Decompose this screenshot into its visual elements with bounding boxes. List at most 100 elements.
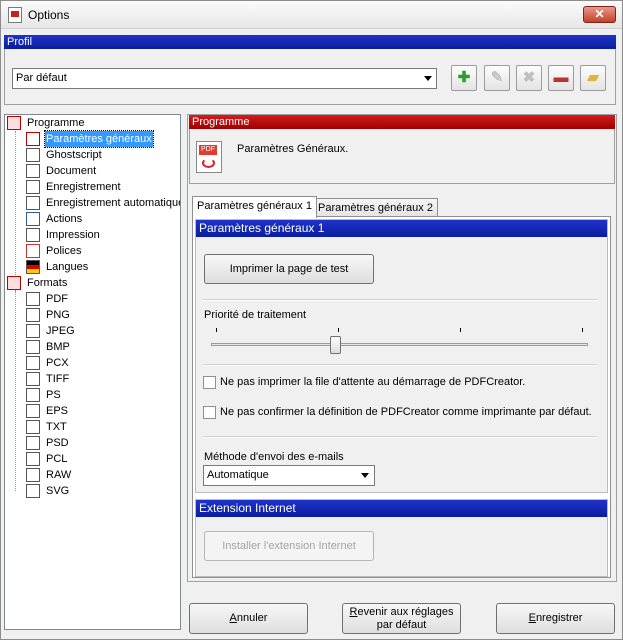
tree-item-label: Impression xyxy=(46,229,100,241)
close-button[interactable]: ✕ xyxy=(583,6,616,23)
tree-item-label: PSD xyxy=(46,437,69,449)
reset-line-1: Revenir aux réglages xyxy=(343,606,460,619)
delete-profile-button[interactable]: ✖ xyxy=(516,65,542,91)
psd-file-icon xyxy=(26,436,40,450)
reset-line-2: par défaut xyxy=(376,619,427,631)
tree-item-label: TXT xyxy=(46,421,67,433)
jpeg-file-icon xyxy=(26,324,40,338)
window-title: Options xyxy=(28,8,70,22)
ps-file-icon xyxy=(26,388,40,402)
pdf-tag: PDF xyxy=(199,145,217,155)
tree-item-label: PCX xyxy=(46,357,69,369)
programme-header: Programme xyxy=(189,115,615,129)
no-print-queue-checkbox[interactable] xyxy=(203,376,216,389)
tree-node-label: Formats xyxy=(27,277,68,289)
separator xyxy=(203,299,597,301)
tree-item-label: EPS xyxy=(46,405,69,417)
save-profile-icon: ▬ xyxy=(553,69,569,86)
install-internet-extension-button[interactable]: Installer l'extension Internet xyxy=(204,531,374,561)
save-button[interactable]: Enregistrer xyxy=(496,603,615,634)
priority-label: Priorité de traitement xyxy=(204,309,307,321)
rename-profile-button[interactable]: ✎ xyxy=(484,65,510,91)
tree-item-label: RAW xyxy=(46,469,72,481)
tree-item-label: PDF xyxy=(46,293,68,305)
priority-slider-track[interactable] xyxy=(211,343,588,346)
actions-icon xyxy=(26,212,40,226)
tab-parametres-generaux-2[interactable]: Paramètres généraux 2 xyxy=(313,198,438,218)
rename-profile-icon: ✎ xyxy=(490,69,504,86)
tree-item-label: Enregistrement automatique xyxy=(46,197,181,209)
programme-icon xyxy=(7,116,21,130)
save-label: nregistrer xyxy=(535,612,583,624)
settings-page-icon xyxy=(26,132,40,146)
tree-item-label: PCL xyxy=(46,453,68,465)
options-tree[interactable]: Programme Paramètres généraux Ghostscrip… xyxy=(4,114,181,630)
options-window: Options ✕ Profil Par défaut ✚ ✎ ✖ ▬ ▰ Pr… xyxy=(0,0,623,640)
no-default-printer-checkbox[interactable] xyxy=(203,406,216,419)
save-profile-button[interactable]: ▬ xyxy=(548,65,574,91)
tree-item-label: Document xyxy=(46,165,97,177)
eps-file-icon xyxy=(26,404,40,418)
add-profile-icon: ✚ xyxy=(457,69,471,86)
document-icon xyxy=(26,164,40,178)
slider-tick xyxy=(460,328,461,332)
tree-item-label: PNG xyxy=(46,309,70,321)
tree-item-label: Actions xyxy=(46,213,83,225)
tree-item-label: BMP xyxy=(46,341,70,353)
reset-label: evenir aux réglages xyxy=(357,606,454,618)
tree-item-label: TIFF xyxy=(46,373,70,385)
internet-extension-header: Extension Internet xyxy=(196,500,607,517)
ghostscript-icon xyxy=(26,148,40,162)
general-settings-header: Paramètres généraux 1 xyxy=(196,220,607,237)
tiff-file-icon xyxy=(26,372,40,386)
chevron-down-icon xyxy=(361,473,369,478)
slider-tick xyxy=(582,328,583,332)
section-title: Paramètres Généraux. xyxy=(237,143,349,155)
email-method-value: Automatique xyxy=(207,469,269,481)
tab-parametres-generaux-1[interactable]: Paramètres généraux 1 xyxy=(192,196,317,218)
tree-item-label: Enregistrement xyxy=(46,181,121,193)
pdf-file-icon xyxy=(26,292,40,306)
save-mnemonic: E xyxy=(528,612,536,624)
bmp-file-icon xyxy=(26,340,40,354)
programme-panel xyxy=(189,129,615,184)
flag-icon xyxy=(26,260,40,274)
slider-tick xyxy=(338,328,339,332)
priority-slider-thumb[interactable] xyxy=(330,336,342,354)
pcl-file-icon xyxy=(26,452,40,466)
png-file-icon xyxy=(26,308,40,322)
tree-node-label: Programme xyxy=(27,117,85,129)
reset-defaults-button[interactable]: Revenir aux réglages par défaut xyxy=(342,603,461,634)
print-test-page-button[interactable]: Imprimer la page de test xyxy=(204,254,374,284)
title-bar[interactable]: Options ✕ xyxy=(1,1,622,29)
tree-item-label: Paramètres généraux xyxy=(44,130,154,148)
tree-line xyxy=(15,291,16,491)
add-profile-button[interactable]: ✚ xyxy=(451,65,477,91)
profile-dropdown[interactable]: Par défaut xyxy=(12,68,437,89)
open-profile-button[interactable]: ▰ xyxy=(580,65,606,91)
tree-item-label: Polices xyxy=(46,245,82,257)
swirl-graphic xyxy=(202,158,215,168)
email-method-dropdown[interactable]: Automatique xyxy=(203,465,375,486)
tree-item-label: Langues xyxy=(46,261,89,273)
no-default-printer-label[interactable]: Ne pas confirmer la définition de PDFCre… xyxy=(220,406,592,418)
tree-item-label: SVG xyxy=(46,485,70,497)
txt-file-icon xyxy=(26,420,40,434)
cancel-label: nnuler xyxy=(236,612,268,624)
separator xyxy=(203,364,597,366)
tree-item-label: PS xyxy=(46,389,61,401)
printer-icon xyxy=(26,228,40,242)
pcx-file-icon xyxy=(26,356,40,370)
tree-line xyxy=(15,131,16,291)
separator xyxy=(203,436,597,438)
no-print-queue-label[interactable]: Ne pas imprimer la file d'attente au dém… xyxy=(220,376,525,388)
cancel-button[interactable]: Annuler xyxy=(189,603,308,634)
save-icon xyxy=(26,180,40,194)
tree-item-label: Ghostscript xyxy=(46,149,102,161)
raw-file-icon xyxy=(26,468,40,482)
tree-item-label: JPEG xyxy=(46,325,75,337)
delete-profile-icon: ✖ xyxy=(522,69,536,86)
pdf-creator-icon: PDF xyxy=(196,141,222,173)
profil-header: Profil xyxy=(4,35,616,49)
chevron-down-icon xyxy=(424,76,432,81)
